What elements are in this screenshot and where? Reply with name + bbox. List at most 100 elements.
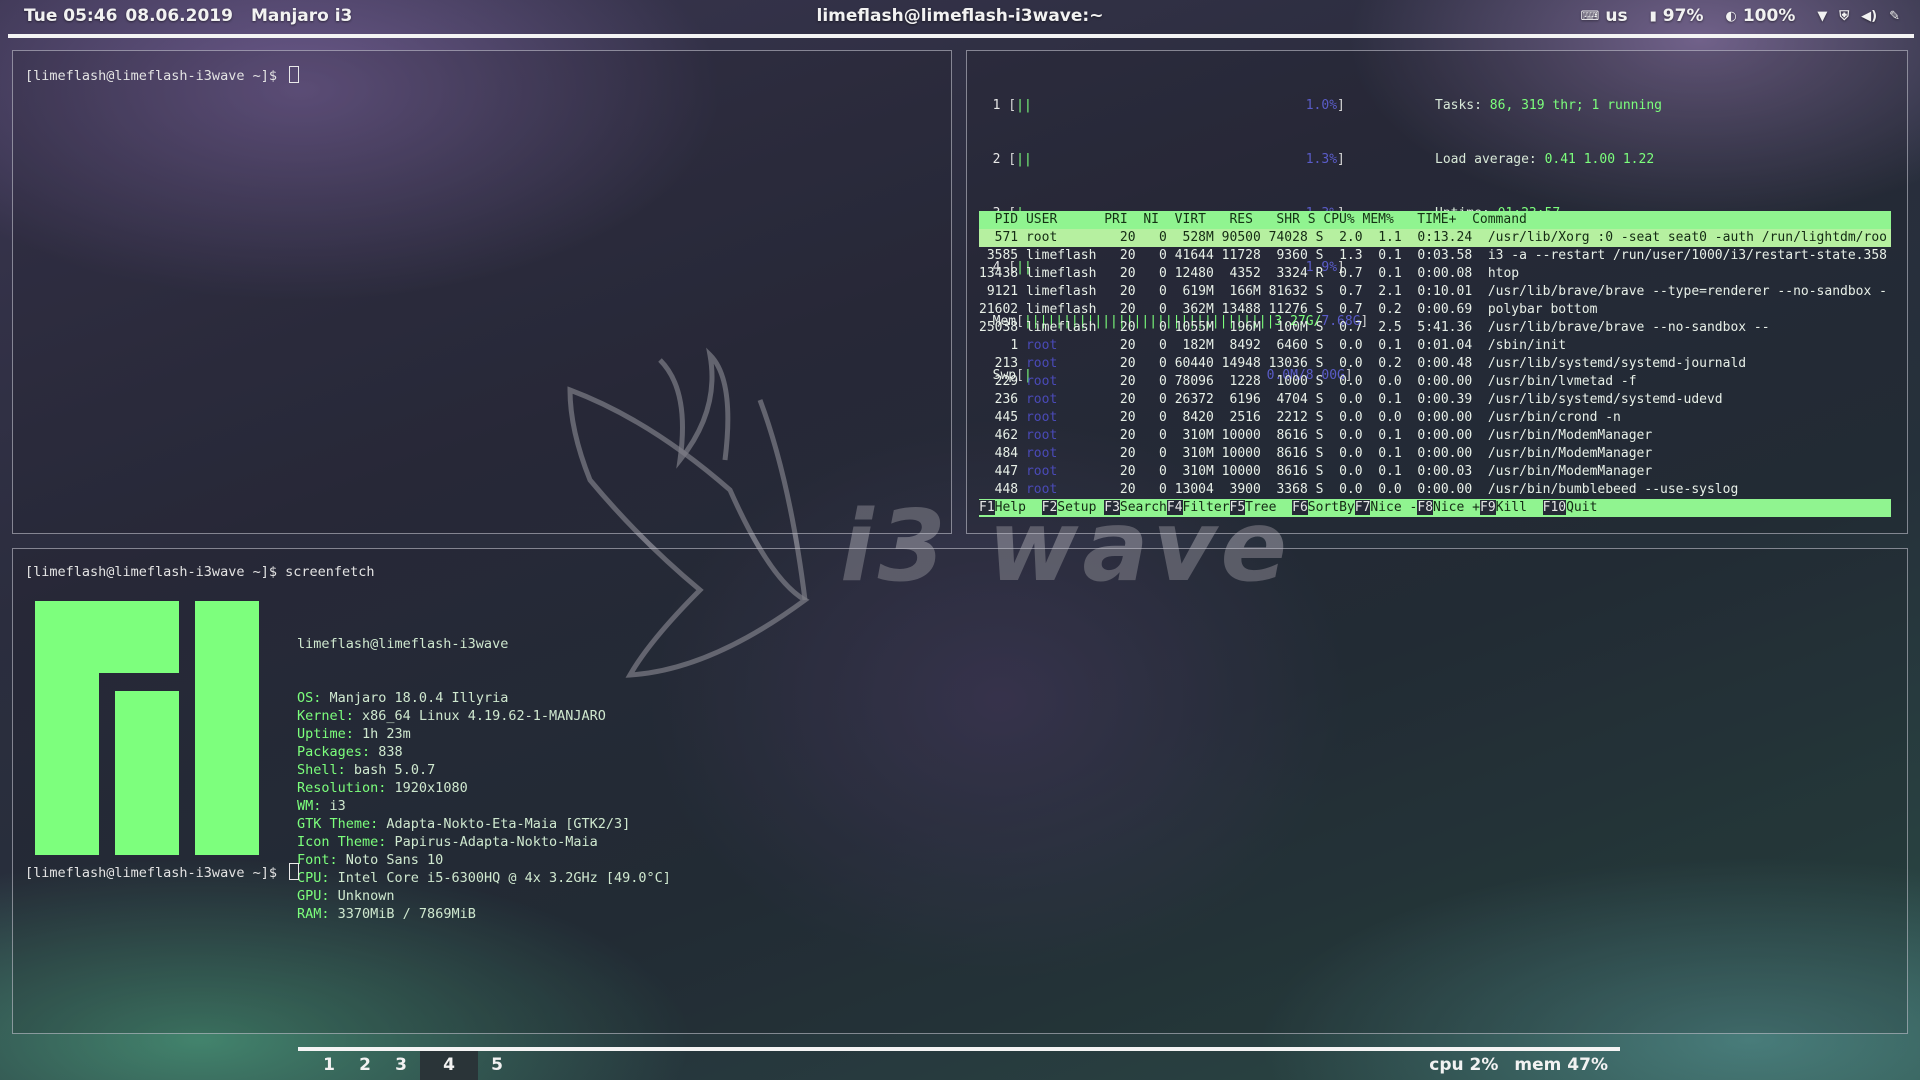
volume-icon[interactable]: ◀) <box>1861 9 1877 24</box>
info-line: WM: i3 <box>297 797 671 815</box>
process-row[interactable]: 21602 limeflash 20 0 362M 13488 11276 S … <box>979 301 1891 319</box>
process-user: limeflash <box>1025 302 1097 317</box>
info-line: OS: Manjaro 18.0.4 Illyria <box>297 689 671 707</box>
process-pri: 20 <box>1119 230 1136 245</box>
cpu-usage[interactable]: cpu 2% <box>1429 1055 1498 1075</box>
process-res: 4352 <box>1229 266 1261 281</box>
terminal-window-2[interactable]: [limeflash@limeflash-i3wave ~]$ screenfe… <box>12 548 1908 1034</box>
process-res: 1228 <box>1229 374 1261 389</box>
process-shr: 8616 <box>1276 446 1308 461</box>
fkey-label[interactable]: Tree <box>1245 500 1292 515</box>
process-pid: 1 <box>1010 338 1019 353</box>
prompt: [limeflash@limeflash-i3wave ~]$ <box>25 564 286 580</box>
fkey-label[interactable]: Nice + <box>1433 500 1480 515</box>
fkey-label[interactable]: Search <box>1120 500 1167 515</box>
process-ni: 0 <box>1159 230 1167 245</box>
workspace-button-4[interactable]: 4 <box>420 1051 478 1080</box>
process-cmd: /sbin/init <box>1487 338 1567 353</box>
process-cpu: 0.0 <box>1339 338 1363 353</box>
cpu-meter: 2 [|| 1.3%] <box>992 152 1345 167</box>
process-mem: 0.1 <box>1378 464 1402 479</box>
keyboard-layout[interactable]: ⌨ us <box>1581 6 1628 26</box>
process-row[interactable]: 236 root 20 0 26372 6196 4704 S 0.0 0.1 … <box>979 391 1891 409</box>
fkey-f4[interactable]: F4 <box>1166 500 1183 515</box>
battery-icon: ▮ <box>1649 8 1657 24</box>
fkey-label[interactable]: SortBy <box>1308 500 1355 515</box>
process-s: S <box>1315 374 1324 389</box>
process-res: 10000 <box>1221 446 1261 461</box>
fkey-label[interactable]: Quit <box>1566 500 1597 515</box>
fkey-f8[interactable]: F8 <box>1417 500 1434 515</box>
process-time: 0:00.48 <box>1417 356 1473 371</box>
process-mem: 0.1 <box>1378 248 1402 263</box>
process-s: S <box>1315 230 1324 245</box>
process-res: 3900 <box>1229 482 1261 497</box>
workspace-button-1[interactable]: 1 <box>314 1051 344 1080</box>
process-shr: 4704 <box>1276 392 1308 407</box>
paperclip-icon[interactable]: ✎ <box>1889 9 1900 24</box>
process-mem: 2.5 <box>1378 320 1402 335</box>
process-row[interactable]: 448 root 20 0 13004 3900 3368 S 0.0 0.0 … <box>979 481 1891 499</box>
info-value: Intel Core i5-6300HQ @ 4x 3.2GHz [49.0°C… <box>337 870 671 886</box>
htop-window[interactable]: 1 [|| 1.0%] 2 [|| 1.3%] 3 [| 1.3%] 4 [||… <box>966 50 1908 534</box>
process-pid: 447 <box>994 464 1019 479</box>
fkey-f5[interactable]: F5 <box>1229 500 1246 515</box>
process-row[interactable]: 571 root 20 0 528M 90500 74028 S 2.0 1.1… <box>979 229 1891 247</box>
fkey-label[interactable]: Help <box>995 500 1042 515</box>
process-cmd: /usr/bin/ModemManager <box>1487 428 1653 443</box>
info-key: Kernel: <box>297 708 354 724</box>
process-pid: 445 <box>994 410 1019 425</box>
fkey-f10[interactable]: F10 <box>1542 500 1567 515</box>
fkey-label[interactable]: Filter <box>1183 500 1230 515</box>
workspace-button-2[interactable]: 2 <box>350 1051 380 1080</box>
terminal-window-1[interactable]: [limeflash@limeflash-i3wave ~]$ <box>12 50 952 534</box>
process-user: limeflash <box>1025 320 1097 335</box>
process-row[interactable]: 3585 limeflash 20 0 41644 11728 9360 S 1… <box>979 247 1891 265</box>
mem-usage[interactable]: mem 47% <box>1514 1055 1608 1075</box>
fkey-f1[interactable]: F1 <box>979 500 995 515</box>
process-row[interactable]: 13438 limeflash 20 0 12480 4352 3324 R 0… <box>979 265 1891 283</box>
info-key: Font: <box>297 852 338 868</box>
fkey-f2[interactable]: F2 <box>1041 500 1058 515</box>
process-row[interactable]: 9121 limeflash 20 0 619M 166M 81632 S 0.… <box>979 283 1891 301</box>
fkey-f6[interactable]: F6 <box>1292 500 1308 515</box>
info-key: Shell: <box>297 762 346 778</box>
process-row[interactable]: 229 root 20 0 78096 1228 1000 S 0.0 0.0 … <box>979 373 1891 391</box>
wifi-icon[interactable]: ▼ <box>1817 9 1827 24</box>
shield-icon[interactable]: ⛨ <box>1839 9 1849 24</box>
process-row[interactable]: 445 root 20 0 8420 2516 2212 S 0.0 0.0 0… <box>979 409 1891 427</box>
process-table-header[interactable]: PID USER PRI NI VIRT RES SHR S CPU% MEM%… <box>979 211 1891 229</box>
process-time: 0:00.00 <box>1417 482 1473 497</box>
fkey-label[interactable]: Nice - <box>1370 500 1417 515</box>
fkey-f3[interactable]: F3 <box>1104 500 1120 515</box>
process-mem: 0.0 <box>1378 482 1402 497</box>
process-s: S <box>1315 338 1324 353</box>
process-shr: 8616 <box>1276 464 1308 479</box>
process-mem: 1.1 <box>1378 230 1402 245</box>
workspace-button-5[interactable]: 5 <box>482 1051 512 1080</box>
fkey-label[interactable]: Setup <box>1057 500 1104 515</box>
process-row[interactable]: 213 root 20 0 60440 14948 13036 S 0.0 0.… <box>979 355 1891 373</box>
process-cpu: 0.0 <box>1339 356 1363 371</box>
process-row[interactable]: 484 root 20 0 310M 10000 8616 S 0.0 0.1 … <box>979 445 1891 463</box>
info-line: CPU: Intel Core i5-6300HQ @ 4x 3.2GHz [4… <box>297 869 671 887</box>
fkey-label[interactable]: Kill <box>1496 500 1543 515</box>
process-pid: 9121 <box>986 284 1019 299</box>
process-virt: 310M <box>1182 464 1214 479</box>
process-row[interactable]: 462 root 20 0 310M 10000 8616 S 0.0 0.1 … <box>979 427 1891 445</box>
fkey-f9[interactable]: F9 <box>1480 500 1496 515</box>
process-shr: 8616 <box>1276 428 1308 443</box>
process-row[interactable]: 25038 limeflash 20 0 1055M 196M 100M S 0… <box>979 319 1891 337</box>
brightness-icon: ◐ <box>1725 8 1737 24</box>
brightness-status[interactable]: ◐ 100% <box>1726 6 1796 26</box>
workspace-button-3[interactable]: 3 <box>386 1051 416 1080</box>
process-ni: 0 <box>1159 356 1167 371</box>
process-row[interactable]: 447 root 20 0 310M 10000 8616 S 0.0 0.1 … <box>979 463 1891 481</box>
process-mem: 0.1 <box>1378 266 1402 281</box>
info-line: Resolution: 1920x1080 <box>297 779 671 797</box>
battery-status[interactable]: ▮ 97% <box>1650 6 1704 26</box>
process-row[interactable]: 1 root 20 0 182M 8492 6460 S 0.0 0.1 0:0… <box>979 337 1891 355</box>
process-pid: 462 <box>994 428 1019 443</box>
process-user: root <box>1025 338 1058 353</box>
fkey-f7[interactable]: F7 <box>1354 500 1371 515</box>
